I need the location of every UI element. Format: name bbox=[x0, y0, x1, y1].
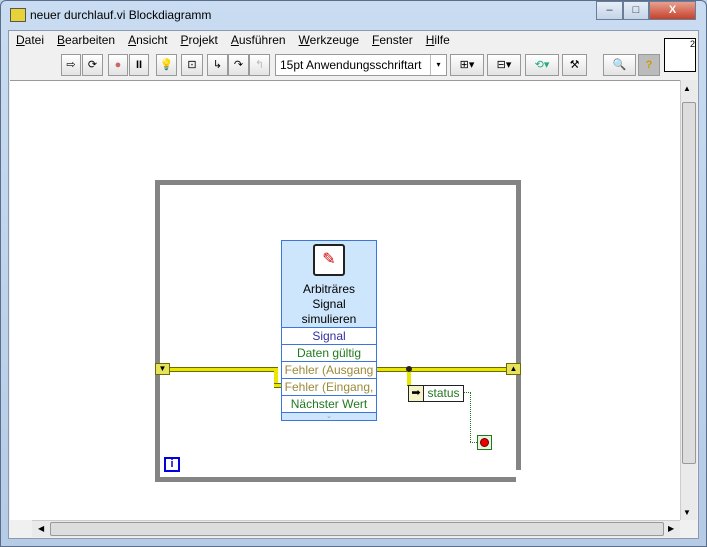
signal-chart-icon: ✎ bbox=[313, 244, 345, 276]
horizontal-scrollbar[interactable]: ◀ ▶ bbox=[32, 520, 680, 537]
help-icon[interactable]: ? bbox=[638, 54, 660, 76]
node-title-line: Signal bbox=[312, 297, 346, 311]
terminal-next-value[interactable]: Nächster Wert bbox=[282, 396, 376, 413]
vi-icon-number: 2 bbox=[689, 39, 695, 49]
align-objects-icon[interactable]: ⊞▾ bbox=[450, 54, 484, 76]
menu-projekt[interactable]: Projekt bbox=[180, 33, 217, 47]
error-wire-out[interactable] bbox=[377, 367, 508, 372]
horizontal-scroll-thumb[interactable] bbox=[50, 522, 664, 536]
retain-wire-values-icon[interactable]: ⊡ bbox=[181, 54, 203, 76]
menu-ausfuehren[interactable]: Ausführen bbox=[231, 33, 286, 47]
font-select[interactable]: 15pt Anwendungsschriftart ▾ bbox=[275, 54, 447, 76]
vertical-scroll-thumb[interactable] bbox=[682, 102, 696, 464]
wire-junction bbox=[406, 366, 412, 372]
pause-icon[interactable]: II bbox=[129, 54, 149, 76]
step-out-icon[interactable]: ↰ bbox=[249, 54, 270, 76]
menu-datei[interactable]: Datei bbox=[16, 33, 44, 47]
terminal-data-valid[interactable]: Daten gültig bbox=[282, 345, 376, 362]
expand-chevron-icon[interactable]: ⌄ bbox=[282, 413, 376, 420]
terminal-signal[interactable]: Signal bbox=[282, 328, 376, 345]
highlight-execution-icon[interactable]: 💡 bbox=[156, 54, 177, 76]
terminal-error-out[interactable]: Fehler (Ausgang bbox=[282, 362, 376, 379]
error-wire-in[interactable] bbox=[168, 367, 278, 372]
arrow-right-icon: ➡ bbox=[409, 386, 424, 401]
loop-border-left bbox=[155, 180, 160, 482]
distribute-objects-icon[interactable]: ⊟▾ bbox=[487, 54, 521, 76]
labview-app-icon bbox=[10, 8, 26, 22]
boolean-wire-h2[interactable] bbox=[470, 442, 477, 443]
unbundle-status-label: status bbox=[427, 386, 460, 400]
loop-border-bottom bbox=[155, 477, 516, 482]
scroll-left-icon[interactable]: ◀ bbox=[38, 524, 44, 533]
vi-icon: 2 bbox=[664, 38, 696, 72]
run-arrow-icon[interactable]: ⇨ bbox=[61, 54, 81, 76]
node-title: Arbiträres Signal simulieren bbox=[282, 282, 376, 327]
reorder-icon[interactable]: ⟲▾ bbox=[525, 54, 559, 76]
minimize-button[interactable]: – bbox=[596, 1, 623, 20]
loop-border-top bbox=[155, 180, 521, 185]
chevron-down-icon: ▾ bbox=[430, 55, 446, 75]
menu-bar: Datei Bearbeiten Ansicht Projekt Ausführ… bbox=[16, 33, 463, 47]
scroll-down-icon[interactable]: ▼ bbox=[683, 508, 691, 517]
step-into-icon[interactable]: ↳ bbox=[207, 54, 228, 76]
cleanup-diagram-icon[interactable]: ⚒ bbox=[562, 54, 587, 76]
node-header: ✎ Arbiträres Signal simulieren bbox=[282, 241, 376, 328]
stop-condition[interactable] bbox=[477, 435, 492, 450]
simulate-arbitrary-signal-node[interactable]: ✎ Arbiträres Signal simulieren Signal Da… bbox=[281, 240, 377, 421]
menu-ansicht[interactable]: Ansicht bbox=[128, 33, 167, 47]
node-title-line: Arbiträres bbox=[302, 282, 355, 296]
loop-border-right bbox=[516, 180, 521, 470]
menu-hilfe[interactable]: Hilfe bbox=[426, 33, 450, 47]
shift-register-right[interactable]: ▲ bbox=[506, 363, 521, 375]
scroll-right-icon[interactable]: ▶ bbox=[668, 524, 674, 533]
abort-icon[interactable]: ● bbox=[108, 54, 128, 76]
shift-register-left[interactable]: ▼ bbox=[155, 363, 170, 375]
close-button[interactable]: X bbox=[649, 1, 696, 20]
menu-werkzeuge[interactable]: Werkzeuge bbox=[299, 33, 359, 47]
run-continuously-icon[interactable]: ⟳ bbox=[82, 54, 103, 76]
node-title-line: simulieren bbox=[301, 312, 357, 326]
stop-icon bbox=[480, 438, 489, 447]
unbundle-by-name[interactable]: ➡ status bbox=[408, 385, 464, 402]
menu-fenster[interactable]: Fenster bbox=[372, 33, 413, 47]
menu-bearbeiten[interactable]: Bearbeiten bbox=[57, 33, 115, 47]
iteration-terminal[interactable]: i bbox=[164, 457, 180, 472]
step-over-icon[interactable]: ↷ bbox=[228, 54, 249, 76]
maximize-button[interactable]: □ bbox=[623, 1, 649, 20]
boolean-wire-v[interactable] bbox=[470, 392, 471, 442]
search-icon[interactable]: 🔍 bbox=[603, 54, 636, 76]
vertical-scrollbar[interactable]: ▲ ▼ bbox=[680, 80, 697, 520]
window-title: neuer durchlauf.vi Blockdiagramm bbox=[30, 8, 212, 22]
font-select-value: 15pt Anwendungsschriftart bbox=[280, 58, 422, 72]
terminal-error-in[interactable]: Fehler (Eingang, bbox=[282, 379, 376, 396]
scroll-up-icon[interactable]: ▲ bbox=[683, 84, 691, 93]
